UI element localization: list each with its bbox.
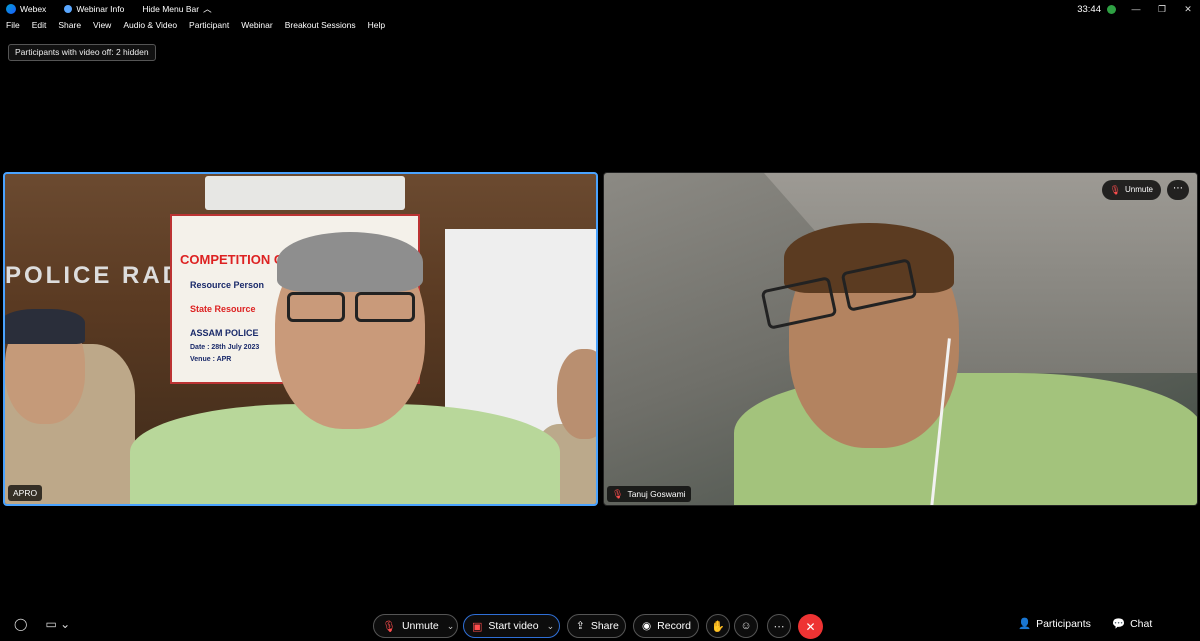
participant-name-tag: APRO <box>8 485 43 501</box>
menu-edit[interactable]: Edit <box>32 20 47 34</box>
mic-muted-icon: 🎙 <box>382 620 396 633</box>
meeting-timer: 33:44 <box>1077 3 1101 15</box>
chevron-down-icon[interactable]: ⌄ <box>547 621 555 632</box>
menu-webinar[interactable]: Webinar <box>241 20 273 34</box>
menu-bar: File Edit Share View Audio & Video Parti… <box>0 20 385 34</box>
raise-hand-icon: ✋ <box>711 620 725 633</box>
officer-right-head <box>557 349 596 439</box>
unmute-button[interactable]: 🎙 Unmute ⌄ <box>373 614 458 638</box>
share-icon: ⇪ <box>576 620 585 632</box>
tile-unmute-label: Unmute <box>1124 185 1153 194</box>
chat-icon: 💬 <box>1112 618 1126 630</box>
raise-hand-button[interactable]: ✋ <box>706 614 730 638</box>
video-off-icon: ▣ <box>472 620 483 633</box>
menu-share[interactable]: Share <box>58 20 81 34</box>
webex-logo-icon <box>6 4 16 14</box>
smiley-icon: ☺ <box>740 620 752 632</box>
share-label: Share <box>590 620 619 632</box>
hide-menu-bar-label: Hide Menu Bar <box>142 4 200 14</box>
banner-line: ASSAM POLICE <box>190 328 259 338</box>
record-button[interactable]: ◉ Record <box>633 614 699 638</box>
banner-line: State Resource <box>190 304 256 314</box>
banner-line: Date : 28th July 2023 <box>190 344 260 351</box>
chevron-down-icon[interactable]: ⌄ <box>447 621 455 632</box>
banner-line: Resource Person <box>190 280 265 290</box>
participant-name: APRO <box>13 488 38 498</box>
participants-button[interactable]: 👤 Participants <box>1018 617 1091 631</box>
record-icon: ◉ <box>642 620 652 632</box>
participant-name-tag: 🎙 Tanuj Goswami <box>607 486 691 502</box>
restore-icon[interactable]: ❐ <box>1156 4 1168 15</box>
reactions-button[interactable]: ☺ <box>734 614 758 638</box>
close-icon: ✕ <box>805 619 816 634</box>
video-tile-apro[interactable]: POLICE RADIO COMPETITION CO Resource Per… <box>3 172 598 506</box>
more-icon: ⋯ <box>773 620 785 633</box>
toolbar-left-group: ◯ ▭ ⌄ <box>14 617 70 631</box>
minimize-icon[interactable]: — <box>1130 4 1142 14</box>
app-title: Webex <box>6 4 46 14</box>
meeting-controls-toolbar: ◯ ▭ ⌄ 🎙 Unmute ⌄ ▣ Start video ⌄ ⇪ Share… <box>0 610 1200 641</box>
tile-more-options-button[interactable]: ⋯ <box>1167 180 1189 200</box>
menu-participant[interactable]: Participant <box>189 20 229 34</box>
video-feed <box>604 173 1197 505</box>
info-icon <box>64 5 73 13</box>
speaker-hair <box>277 232 423 292</box>
menu-breakout-sessions[interactable]: Breakout Sessions <box>285 20 356 34</box>
menu-file[interactable]: File <box>6 20 20 34</box>
video-tile-tanuj-goswami[interactable]: 🎙 Unmute ⋯ 🎙 Tanuj Goswami <box>603 172 1198 506</box>
emoji-reactions-icon[interactable]: ◯ <box>14 617 27 631</box>
speaker-glasses-left <box>287 292 345 322</box>
tile-unmute-button[interactable]: 🎙 Unmute <box>1101 180 1161 200</box>
captions-icon[interactable]: ▭ ⌄ <box>45 617 70 631</box>
share-button[interactable]: ⇪ Share <box>567 614 626 638</box>
hidden-participants-notice[interactable]: Participants with video off: 2 hidden <box>8 44 156 61</box>
close-window-icon[interactable]: ✕ <box>1182 4 1194 15</box>
air-conditioner <box>205 176 405 210</box>
start-video-button[interactable]: ▣ Start video ⌄ <box>463 614 560 638</box>
participants-icon: 👤 <box>1018 618 1032 630</box>
chevron-up-icon: ︿ <box>203 4 212 14</box>
connection-status-icon <box>1107 4 1116 14</box>
speaker-glasses-right <box>355 292 415 322</box>
start-video-label: Start video <box>488 620 539 632</box>
hide-menu-bar-button[interactable]: Hide Menu Bar ︿ <box>142 3 211 15</box>
window-controls: 33:44 — ❐ ✕ <box>1077 0 1194 18</box>
record-label: Record <box>657 620 692 632</box>
menu-view[interactable]: View <box>93 20 111 34</box>
app-name: Webex <box>20 4 47 14</box>
mic-muted-icon: 🎙 <box>612 489 624 499</box>
title-bar: Webex Webinar Info Hide Menu Bar ︿ 33:44… <box>0 0 1200 18</box>
webinar-info-label: Webinar Info <box>76 4 125 14</box>
chat-button[interactable]: 💬 Chat <box>1112 617 1153 631</box>
menu-help[interactable]: Help <box>368 20 385 34</box>
menu-audio-video[interactable]: Audio & Video <box>123 20 177 34</box>
officer-left-cap <box>5 309 85 344</box>
video-feed: POLICE RADIO COMPETITION CO Resource Per… <box>5 174 596 504</box>
mic-muted-icon: 🎙 <box>1109 185 1121 195</box>
unmute-label: Unmute <box>401 620 439 632</box>
webinar-info-button[interactable]: Webinar Info <box>64 4 124 14</box>
more-options-button[interactable]: ⋯ <box>767 614 791 638</box>
chat-label: Chat <box>1130 617 1153 630</box>
participants-label: Participants <box>1036 617 1091 630</box>
banner-line: Venue : APR <box>190 356 232 363</box>
participant-name: Tanuj Goswami <box>627 489 686 499</box>
leave-meeting-button[interactable]: ✕ <box>798 614 823 639</box>
